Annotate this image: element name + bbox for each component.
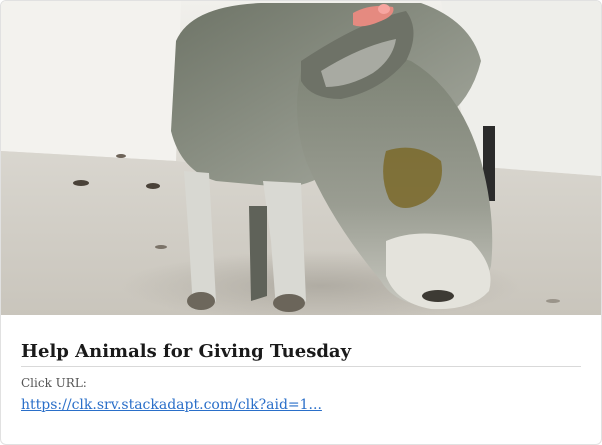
ad-body: Help Animals for Giving Tuesday Click UR… [21, 315, 581, 414]
donkey-photo [1, 1, 601, 315]
click-url-label: Click URL: [21, 376, 87, 390]
ad-image[interactable] [1, 1, 601, 315]
ad-title[interactable]: Help Animals for Giving Tuesday [21, 340, 581, 367]
ad-card[interactable]: Help Animals for Giving Tuesday Click UR… [0, 0, 602, 445]
click-url-link[interactable]: https://clk.srv.stackadapt.com/clk?aid=1… [21, 396, 322, 414]
